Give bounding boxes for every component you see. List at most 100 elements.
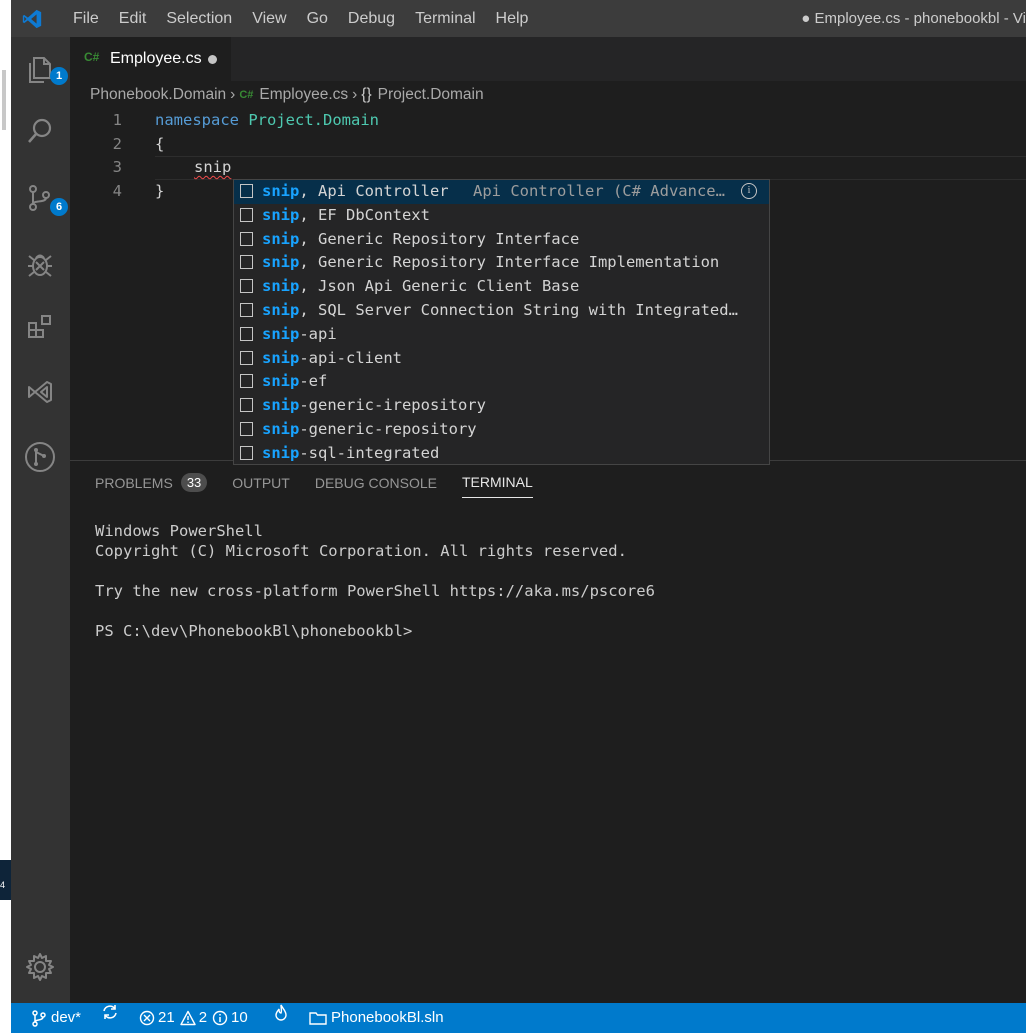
close-brace: } [155,182,165,200]
breadcrumb-file[interactable]: Employee.cs [259,86,348,104]
menu-help[interactable]: Help [486,0,539,37]
suggestion-widget: snip, Api Controller Api Controller (C# … [233,179,770,465]
suggestion-item[interactable]: snip-generic-irepository [234,394,769,418]
terminal-output[interactable]: Windows PowerShell Copyright (C) Microsof… [95,521,655,641]
open-brace: { [155,135,165,153]
flame-button[interactable] [273,1003,289,1021]
suggestion-item[interactable]: snip, Api Controller Api Controller (C# … [234,180,769,204]
suggestion-item[interactable]: snip-ef [234,370,769,394]
folder-icon [309,1012,327,1025]
tab-bar: C# Employee.cs [70,37,1026,81]
bug-icon [28,254,52,277]
keyword: namespace [155,111,239,129]
tab-output[interactable]: OUTPUT [232,473,290,498]
menu-go[interactable]: Go [297,0,338,37]
explorer-badge: 1 [50,67,68,85]
error-icon [139,1010,155,1026]
snippet-icon [240,326,253,341]
snippet-icon [240,422,253,436]
vscode-logo-icon [22,9,42,29]
menu-debug[interactable]: Debug [338,0,405,37]
csharp-icon: C# [84,50,100,64]
sync-button[interactable] [101,1003,119,1021]
gear-icon [26,953,54,981]
menu-view[interactable]: View [242,0,296,37]
extensions-button[interactable] [20,307,60,347]
breadcrumb: Phonebook.Domain › C# Employee.cs › {} P… [90,84,484,106]
search-button[interactable] [20,111,60,151]
line-number: 2 [112,135,122,153]
unsaved-dot-icon[interactable] [208,55,217,64]
background-scrollbar [2,70,6,130]
code-line: 3 snip [70,155,1026,179]
chevron-right-icon: › [352,86,358,103]
suggestion-detail: Api Controller (C# Advance… [473,182,725,200]
suggestion-item[interactable]: snip-generic-repository [234,418,769,442]
problems-status[interactable]: 21 2 10 [139,1003,248,1033]
sync-icon [103,1005,117,1019]
line-number: 3 [112,158,122,176]
tab-debug-console[interactable]: DEBUG CONSOLE [315,473,437,498]
settings-button[interactable] [20,947,60,987]
code-text: namespace Project.Domain [155,108,379,132]
snippet-icon [240,231,253,246]
extensions-icon [28,315,51,338]
explorer-button[interactable]: 1 [20,49,68,89]
breadcrumb-namespace[interactable]: Project.Domain [378,86,484,104]
window-title: ● Employee.cs - phonebookbl - Vi [801,10,1026,27]
git-graph-icon [25,442,55,472]
snippet-icon [240,303,253,317]
snippet-icon [240,398,253,413]
menu-file[interactable]: File [63,0,109,37]
csharp-icon: C# [239,89,254,101]
code-line: 2 { [70,132,1026,156]
search-icon [28,118,52,143]
menu-selection[interactable]: Selection [156,0,242,37]
suggestion-item[interactable]: snip, EF DbContext [234,204,769,228]
line-number: 1 [112,111,122,129]
panel-tabs: PROBLEMS 33 OUTPUT DEBUG CONSOLE TERMINA… [95,473,558,498]
info-icon[interactable]: i [741,183,757,199]
snippet-icon [240,255,253,270]
warning-icon [179,1010,196,1026]
suggestion-item[interactable]: snip, Generic Repository Interface Imple… [234,251,769,275]
debug-button[interactable] [20,244,60,284]
source-control-button[interactable]: 6 [20,178,68,218]
solution-status[interactable]: PhonebookBl.sln [309,1003,444,1033]
suggestion-item[interactable]: snip, SQL Server Connection String with … [234,299,769,323]
menu-bar: File Edit Selection View Go Debug Termin… [63,0,538,37]
snippet-icon [240,350,253,365]
scm-badge: 6 [50,198,68,216]
snippet-icon [240,184,253,198]
snippet-icon [240,374,253,389]
info-icon [212,1010,228,1026]
suggestion-item[interactable]: snip-api-client [234,347,769,371]
activity-bar: 1 6 [11,37,70,1003]
namespace-name: Project.Domain [248,111,379,129]
git-branch-icon [32,1010,46,1027]
chevron-right-icon: › [230,86,236,103]
branch-status[interactable]: dev* [31,1003,81,1033]
tab-problems[interactable]: PROBLEMS 33 [95,473,208,498]
namespace-icon: {} [361,86,372,103]
flame-icon [275,1004,287,1021]
line-number: 4 [112,182,122,200]
visual-studio-button[interactable] [20,372,60,412]
menu-edit[interactable]: Edit [109,0,157,37]
git-graph-button[interactable] [20,437,60,477]
snippet-icon [240,279,253,294]
menu-terminal[interactable]: Terminal [405,0,485,37]
suggestion-item[interactable]: snip, Generic Repository Interface [234,228,769,252]
terminal-prompt: PS C:\dev\PhonebookBl\phonebookbl> [95,622,413,640]
problems-count-badge: 33 [180,473,208,492]
suggestion-item[interactable]: snip-api [234,323,769,347]
background-taskbar-piece: 4 [0,860,11,900]
tab-terminal[interactable]: TERMINAL [461,473,533,498]
tab-employee-cs[interactable]: C# Employee.cs [70,37,231,81]
code-line: 1 namespace Project.Domain [70,108,1026,132]
breadcrumb-project[interactable]: Phonebook.Domain [90,86,226,104]
suggestion-item[interactable]: snip, Json Api Generic Client Base [234,275,769,299]
visual-studio-icon [28,381,52,403]
background-window-strip: 4 [0,0,11,1033]
suggestion-item[interactable]: snip-sql-integrated [234,442,769,464]
